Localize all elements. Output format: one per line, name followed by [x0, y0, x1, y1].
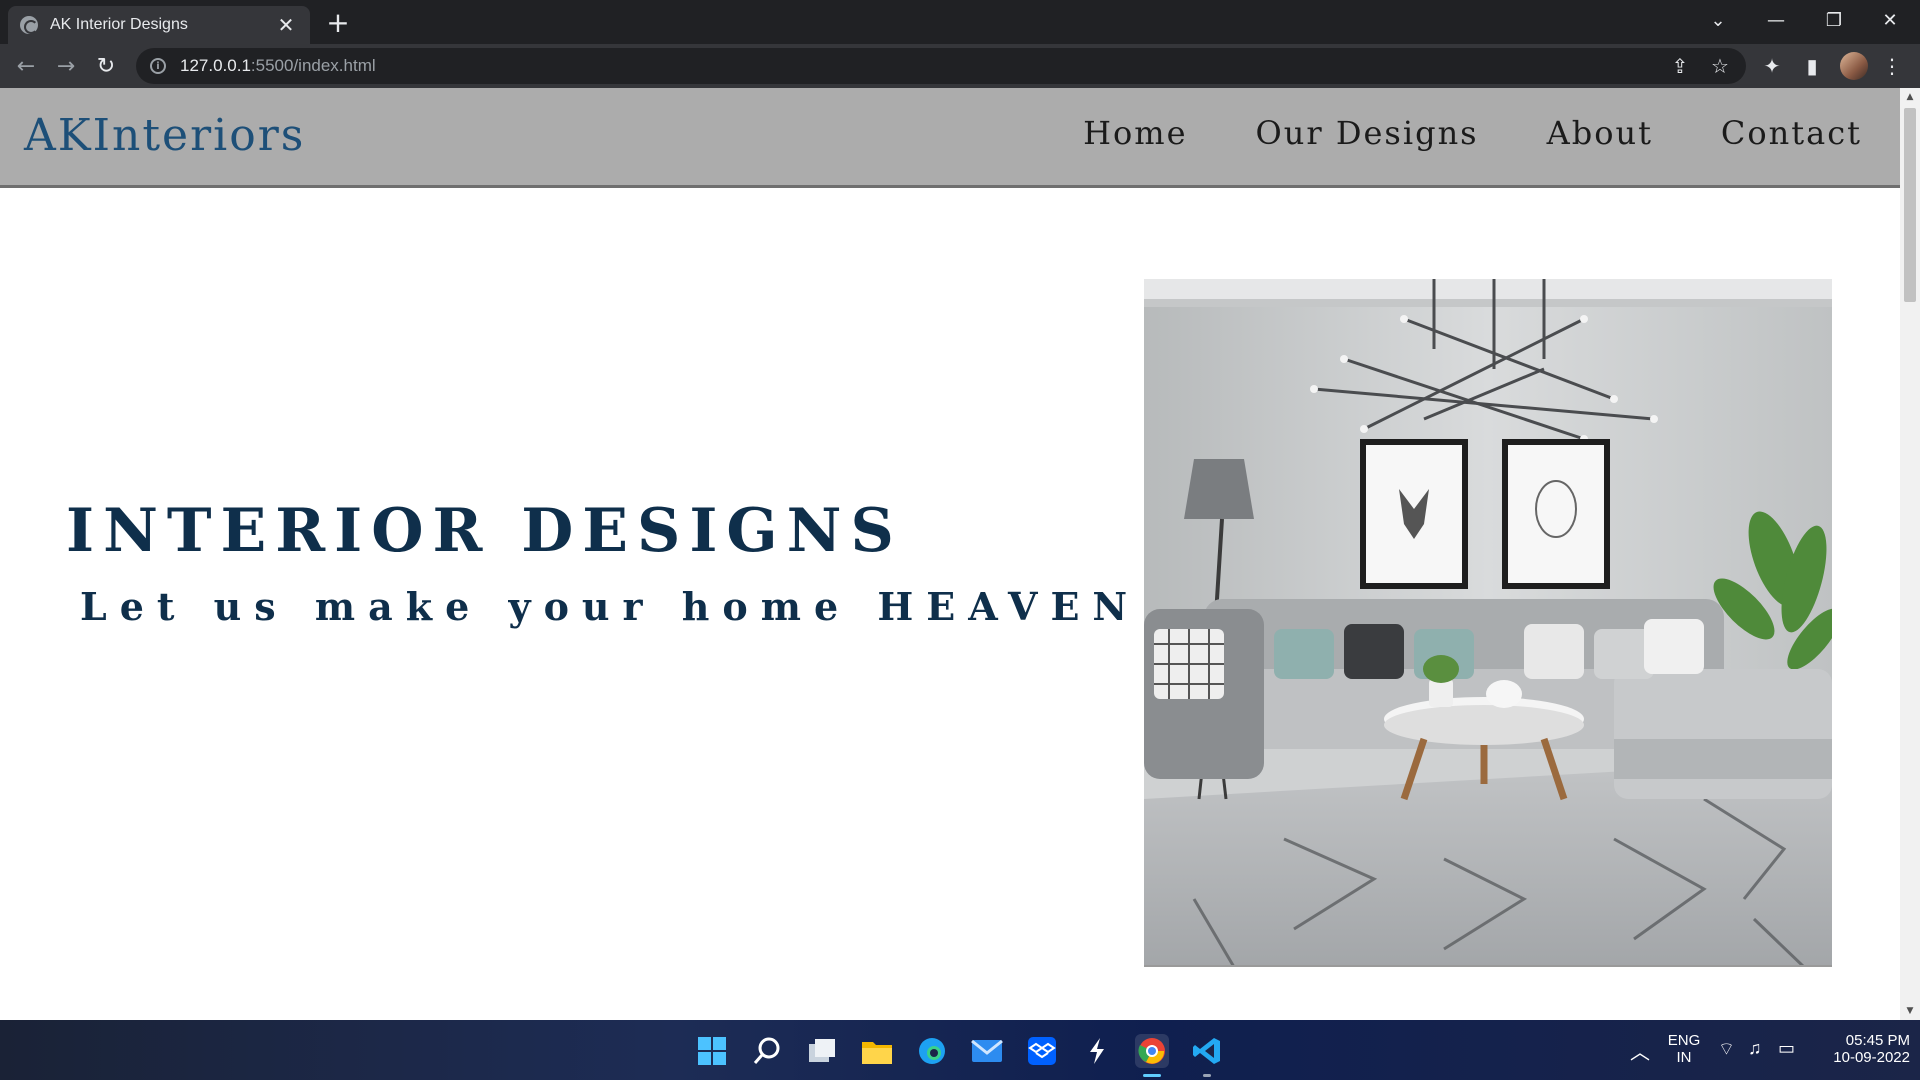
browser-toolbar: ← → ↻ i 127.0.0.1:5500/index.html ⇪ ☆ ✦ … [0, 44, 1920, 88]
mail-icon[interactable] [970, 1034, 1004, 1068]
tab-search-chevron-icon[interactable]: ⌄ [1690, 0, 1746, 40]
minimize-button[interactable]: — [1748, 0, 1804, 40]
scroll-down-arrow-icon[interactable]: ▼ [1900, 1002, 1920, 1020]
nav-link-home[interactable]: Home [1083, 114, 1187, 152]
windows-taskbar: ︿ ENG IN ⌔ ♫ ▭ 05:45 PM 10-09-2022 [0, 1020, 1920, 1080]
chrome-active-indicator [1143, 1074, 1161, 1077]
site-navbar: AKInteriors Home Our Designs About Conta… [0, 88, 1900, 188]
windows-start-icon[interactable] [695, 1034, 729, 1068]
forward-button[interactable]: → [50, 50, 82, 82]
menu-kebab-icon[interactable]: ⋮ [1878, 52, 1906, 80]
tab-close-button[interactable]: ✕ [274, 13, 298, 37]
logo-interiors: Interiors [92, 110, 306, 161]
hero-title: INTERIOR DESIGNS [66, 496, 903, 566]
profile-avatar[interactable] [1840, 52, 1868, 80]
reload-button[interactable]: ↻ [90, 50, 122, 82]
vscode-running-indicator [1203, 1074, 1211, 1077]
browser-tab[interactable]: AK Interior Designs ✕ [8, 6, 310, 44]
new-tab-button[interactable]: + [322, 6, 354, 39]
close-window-button[interactable]: ✕ [1862, 0, 1918, 40]
battery-icon[interactable]: ▭ [1778, 1038, 1795, 1059]
clock-time: 05:45 PM [1845, 1032, 1910, 1049]
share-icon[interactable]: ⇪ [1666, 52, 1694, 80]
globe-icon [20, 16, 38, 34]
scroll-up-arrow-icon[interactable]: ▲ [1900, 88, 1920, 106]
extensions-puzzle-icon[interactable]: ✦ [1758, 52, 1786, 80]
hero-subtitle: Let us make your home HEAVEN [80, 584, 1141, 629]
url-host: 127.0.0.1 [180, 56, 251, 75]
page-viewport: AKInteriors Home Our Designs About Conta… [0, 88, 1900, 1020]
vscode-icon[interactable] [1190, 1034, 1224, 1068]
nav-links: Home Our Designs About Contact [1083, 114, 1862, 152]
clock-date: 10-09-2022 [1833, 1049, 1910, 1066]
wifi-icon[interactable]: ⌔ [1718, 1038, 1735, 1061]
search-icon[interactable] [750, 1034, 784, 1068]
language-indicator[interactable]: ENG IN [1662, 1032, 1706, 1066]
show-hidden-icons-chevron-icon[interactable]: ︿ [1630, 1036, 1650, 1065]
site-logo[interactable]: AKInteriors [24, 110, 305, 161]
browser-tab-strip: AK Interior Designs ✕ + ⌄ — ❐ ✕ [0, 0, 1920, 44]
address-bar[interactable]: i 127.0.0.1:5500/index.html ⇪ ☆ [136, 48, 1746, 84]
page-scrollbar[interactable]: ▲ ▼ [1900, 88, 1920, 1020]
clock[interactable]: 05:45 PM 10-09-2022 [1810, 1032, 1910, 1066]
nav-link-our-designs[interactable]: Our Designs [1256, 114, 1479, 152]
restore-button[interactable]: ❐ [1806, 0, 1862, 40]
nav-link-contact[interactable]: Contact [1721, 114, 1862, 152]
dropbox-icon[interactable] [1025, 1034, 1059, 1068]
file-explorer-icon[interactable] [860, 1034, 894, 1068]
scrollbar-thumb[interactable] [1904, 108, 1916, 302]
task-view-icon[interactable] [805, 1034, 839, 1068]
chrome-icon[interactable] [1135, 1034, 1169, 1068]
region-code: IN [1676, 1049, 1692, 1066]
language-code: ENG [1667, 1032, 1701, 1049]
logo-ak: AK [24, 110, 93, 161]
volume-icon[interactable]: ♫ [1748, 1038, 1762, 1059]
slack-lightning-app-icon[interactable] [1080, 1034, 1114, 1068]
living-room-image [1144, 279, 1832, 967]
url-path: :5500/index.html [250, 56, 376, 75]
back-button[interactable]: ← [10, 50, 42, 82]
site-info-icon[interactable]: i [150, 58, 166, 74]
edge-browser-icon[interactable] [915, 1034, 949, 1068]
side-panel-icon[interactable]: ▮ [1798, 52, 1826, 80]
bookmark-star-icon[interactable]: ☆ [1706, 52, 1734, 80]
nav-link-about[interactable]: About [1547, 114, 1653, 152]
tab-title: AK Interior Designs [50, 16, 188, 33]
